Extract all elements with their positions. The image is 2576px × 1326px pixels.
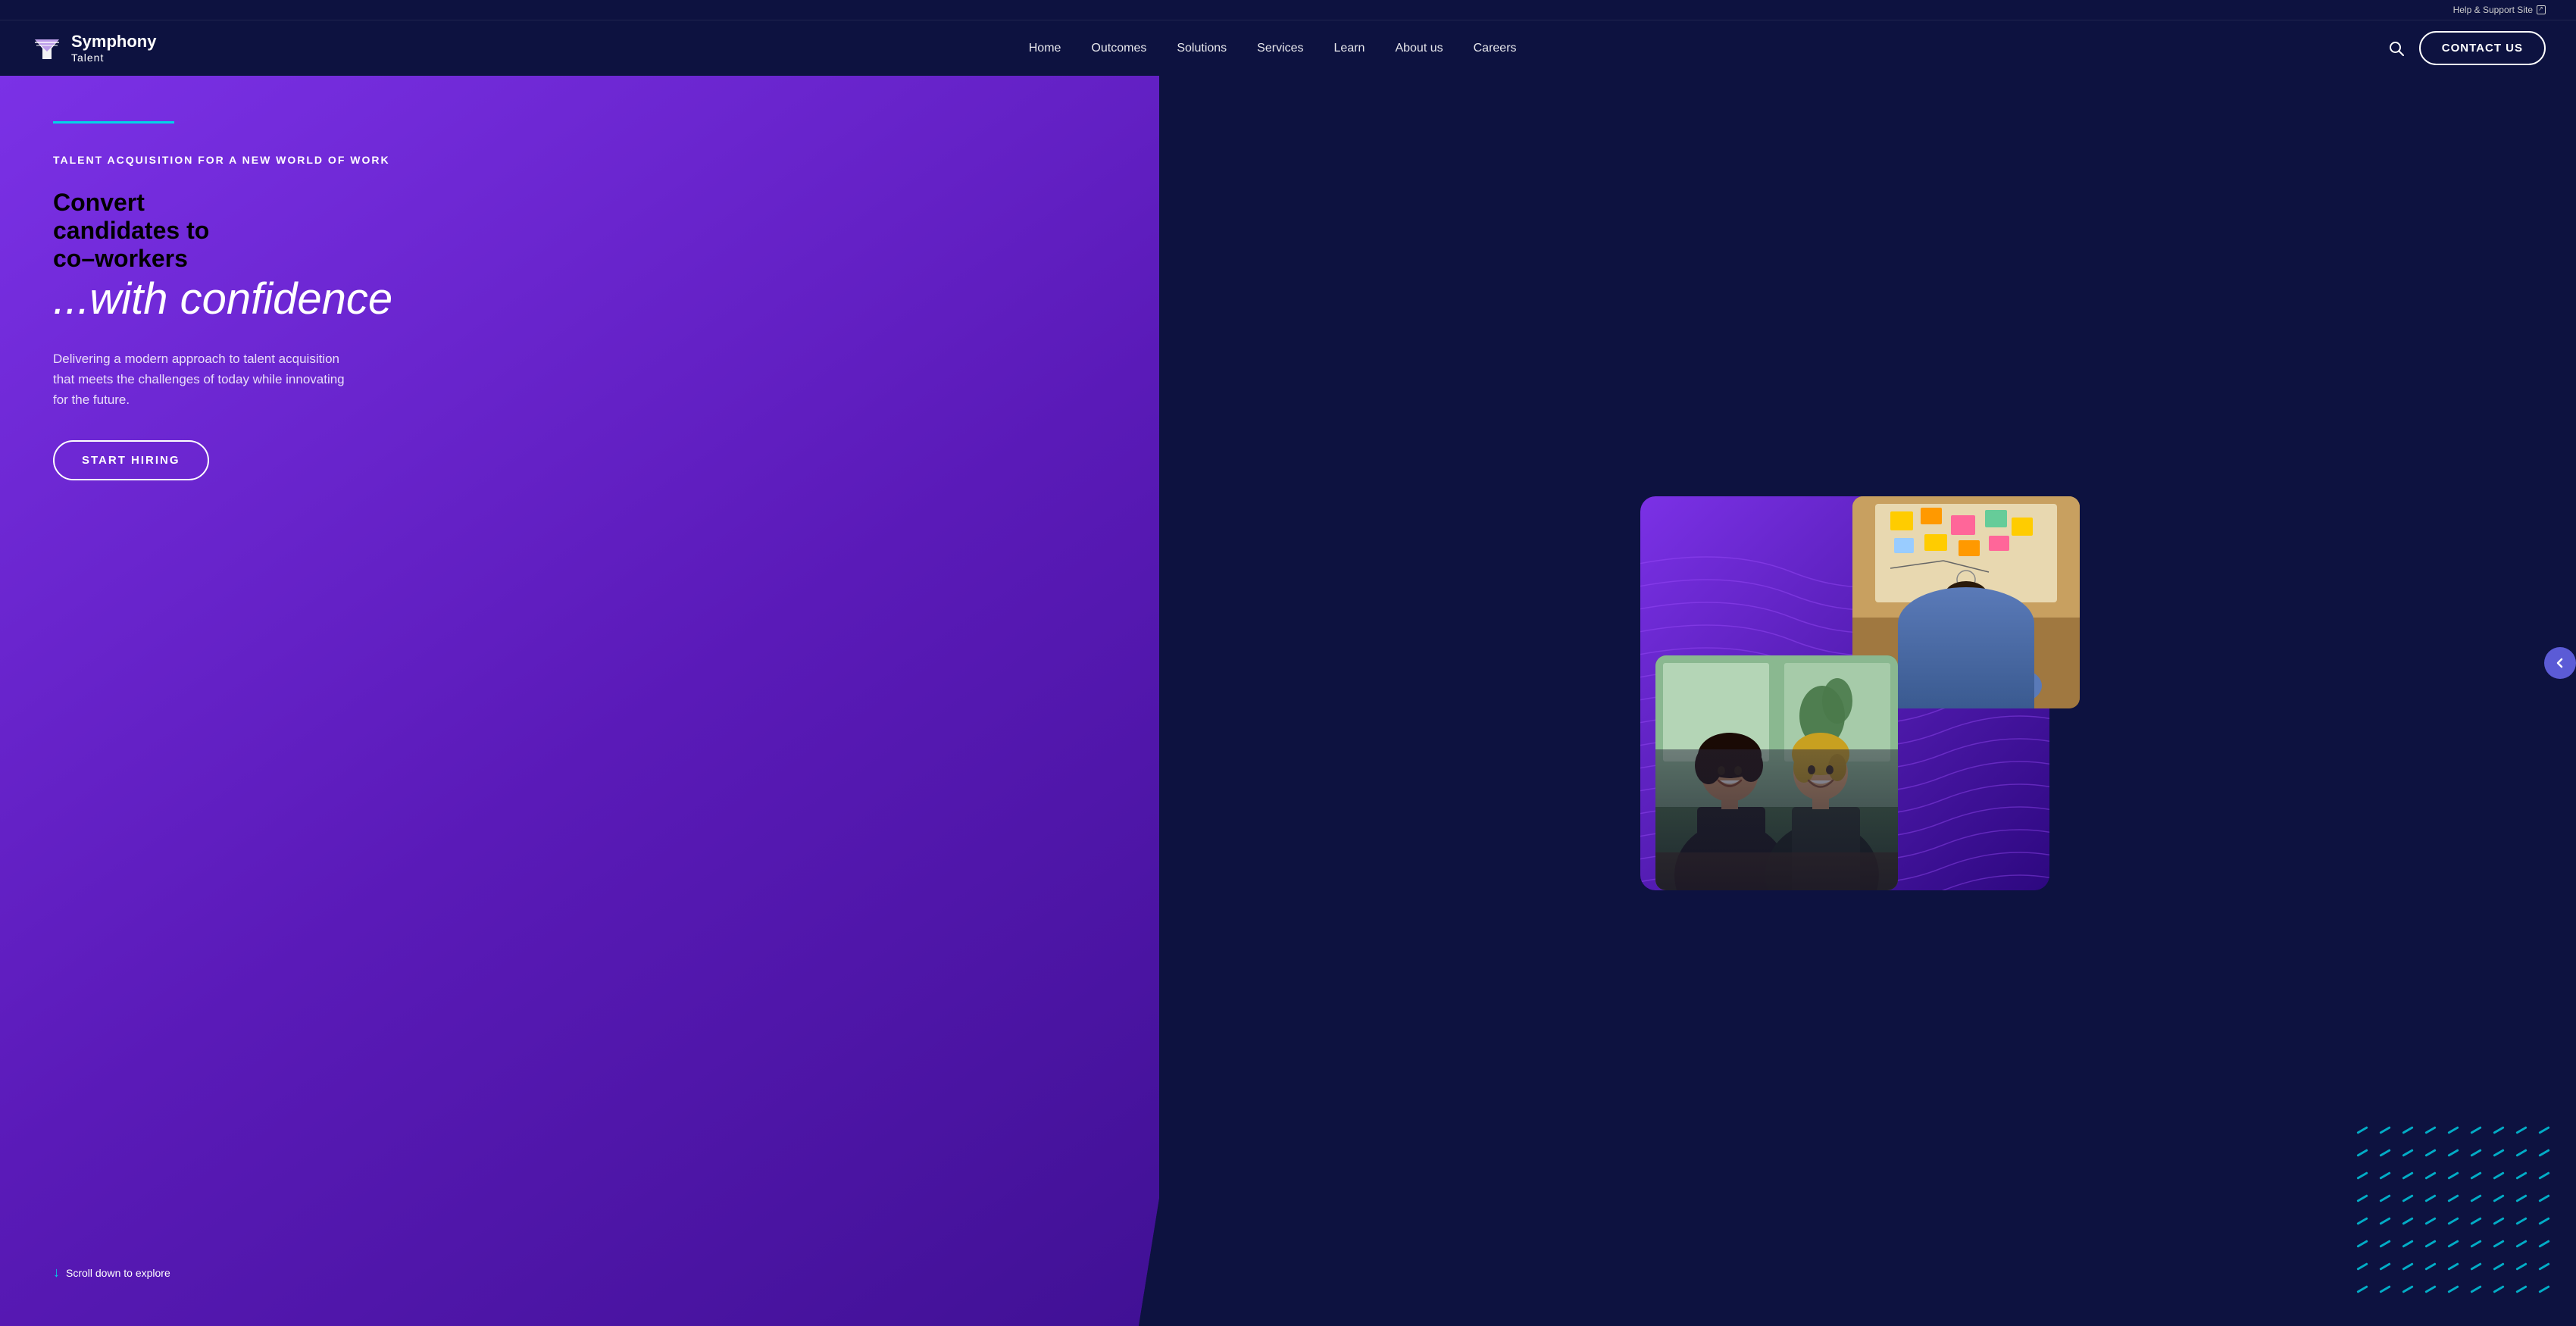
logo-brand: Symphony <box>71 32 156 51</box>
hero-heading: Convert candidates to co–workers <box>53 189 1294 273</box>
hero-heading-line2: candidates to <box>53 217 209 244</box>
scroll-down-text: Scroll down to explore <box>66 1267 170 1279</box>
photo-women-smiling <box>1655 655 1898 890</box>
help-support-text: Help & Support Site <box>2453 5 2533 15</box>
nav-item-about[interactable]: About us <box>1395 42 1443 55</box>
external-link-icon <box>2537 5 2546 14</box>
nav-item-services[interactable]: Services <box>1257 42 1303 55</box>
hero-heading-line1: Convert <box>53 189 145 216</box>
sidebar-toggle-button[interactable] <box>2544 647 2576 679</box>
logo-text: Symphony Talent <box>71 32 156 64</box>
hero-right-panel <box>1159 76 2576 1326</box>
logo-sub: Talent <box>71 52 156 64</box>
hero-description: Delivering a modern approach to talent a… <box>53 349 356 411</box>
scroll-down[interactable]: ↓ Scroll down to explore <box>53 1265 1294 1281</box>
nav-item-learn[interactable]: Learn <box>1334 42 1365 55</box>
nav-links: Home Outcomes Solutions Services Learn A… <box>1029 42 1517 55</box>
search-button[interactable] <box>2389 41 2404 56</box>
nav-item-careers[interactable]: Careers <box>1474 42 1517 55</box>
start-hiring-button[interactable]: START HIRING <box>53 440 209 480</box>
women-smiling-svg <box>1655 655 1898 890</box>
chevron-left-icon <box>2555 658 2565 668</box>
help-support-link[interactable]: Help & Support Site <box>2453 5 2546 15</box>
hero-left-panel: TALENT ACQUISITION FOR A NEW WORLD OF WO… <box>0 76 1340 1326</box>
search-icon <box>2389 41 2404 56</box>
hero-heading-line3: co–workers <box>53 245 188 272</box>
nav-item-home[interactable]: Home <box>1029 42 1061 55</box>
accent-line <box>53 121 174 124</box>
hero-section: TALENT ACQUISITION FOR A NEW WORLD OF WO… <box>0 76 2576 1326</box>
deco-pattern <box>2341 1114 2561 1311</box>
nav-right: CONTACT US <box>2389 31 2546 65</box>
main-nav: Symphony Talent Home Outcomes Solutions … <box>0 20 2576 76</box>
image-collage <box>1655 496 2080 905</box>
top-bar: Help & Support Site <box>0 0 2576 20</box>
hero-tagline: TALENT ACQUISITION FOR A NEW WORLD OF WO… <box>53 154 1294 166</box>
logo[interactable]: Symphony Talent <box>30 32 156 65</box>
logo-icon <box>30 32 64 65</box>
hero-content: TALENT ACQUISITION FOR A NEW WORLD OF WO… <box>53 154 1294 1227</box>
deco-dashes-svg <box>2341 1114 2561 1311</box>
person-bottom-image <box>1655 655 1898 890</box>
nav-item-solutions[interactable]: Solutions <box>1177 42 1227 55</box>
down-arrow-icon: ↓ <box>53 1265 60 1281</box>
contact-us-button[interactable]: CONTACT US <box>2419 31 2546 65</box>
nav-item-outcomes[interactable]: Outcomes <box>1091 42 1146 55</box>
hero-heading-italic: ...with confidence <box>53 273 1294 326</box>
